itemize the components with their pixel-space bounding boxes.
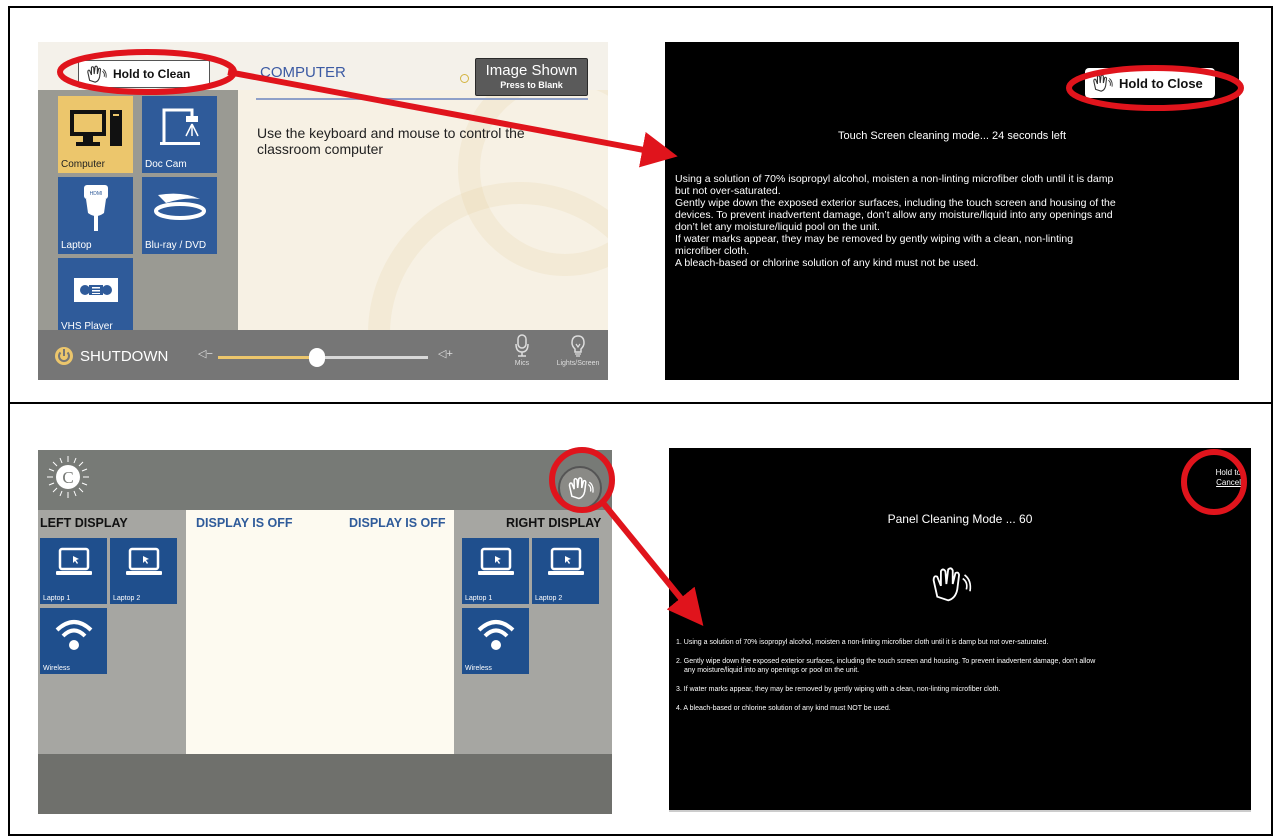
vhs-icon: [74, 278, 118, 302]
image-shown-label: Image Shown: [485, 62, 578, 79]
hold-to-close-button[interactable]: Hold to Close: [1085, 68, 1215, 98]
right-display-status: DISPLAY IS OFF: [349, 516, 446, 530]
hold-to-label: Hold to: [1215, 468, 1241, 477]
laptop-icon: [126, 547, 162, 575]
display-status-area: [186, 510, 454, 754]
press-to-blank-label: Press to Blank: [500, 80, 563, 90]
tile-label: Wireless: [43, 665, 70, 672]
instruction-line: microfiber cloth.: [675, 245, 750, 257]
tile-label: Laptop 1: [43, 595, 71, 602]
instruction-line: Using a solution of 70% isopropyl alcoho…: [675, 173, 1114, 185]
shutdown-label: SHUTDOWN: [80, 347, 169, 365]
cleaning-mode-screen: Hold to Close Touch Screen cleaning mode…: [665, 42, 1239, 380]
instruction-line: Gently wipe down the exposed exterior su…: [675, 197, 1116, 209]
college-seal-logo: C: [47, 456, 89, 498]
power-icon: [55, 347, 73, 365]
source-vhs-button[interactable]: VHS Player: [58, 258, 133, 335]
instruction-line: devices. To prevent inadvertent damage, …: [675, 209, 1113, 221]
cancel-link[interactable]: Cancel: [1185, 478, 1241, 488]
lights-screen-label: Lights/Screen: [556, 360, 600, 367]
instruction-line: If water marks appear, they may be remov…: [675, 233, 1074, 245]
source-laptop-button[interactable]: HDMI Laptop: [58, 177, 133, 254]
instruction-line: don’t let any moisture/liquid pool on th…: [675, 221, 880, 233]
title-divider: [256, 98, 588, 100]
tile-label: Laptop 2: [535, 595, 563, 602]
right-wireless-button[interactable]: Wireless: [462, 608, 529, 674]
cleaning-countdown: Touch Screen cleaning mode... 24 seconds…: [837, 130, 1067, 142]
hold-to-cancel-button[interactable]: Hold to Cancel: [1185, 468, 1241, 488]
step-2-continued: any moisture/liquid into any openings or…: [684, 667, 860, 674]
source-description: Use the keyboard and mouse to control th…: [257, 125, 525, 157]
image-shown-button[interactable]: Image Shown Press to Blank: [475, 58, 588, 96]
computer-icon: [70, 110, 122, 146]
source-label: Laptop: [61, 240, 92, 251]
step-2: 2. Gently wipe down the exposed exterior…: [676, 658, 1096, 665]
step-4: 4. A bleach-based or chlorine solution o…: [676, 705, 891, 712]
laptop-icon: [478, 547, 514, 575]
cleaning-hand-icon: [932, 567, 972, 602]
hold-to-clean-label: Hold to Clean: [113, 67, 191, 81]
volume-down-icon[interactable]: ◁−: [198, 347, 213, 360]
doc-cam-icon: [160, 108, 200, 145]
svg-text:C: C: [62, 468, 73, 487]
instruction-line: but not over-saturated.: [675, 185, 781, 197]
left-laptop-1-button[interactable]: Laptop 1: [40, 538, 107, 604]
source-bluray-button[interactable]: Blu-ray / DVD: [142, 177, 217, 254]
cleaning-hand-icon: [87, 65, 107, 83]
step-3: 3. If water marks appear, they may be re…: [676, 686, 1001, 693]
hdmi-icon: HDMI: [84, 185, 108, 231]
page-title: COMPUTER: [260, 64, 346, 81]
left-display-status: DISPLAY IS OFF: [196, 516, 293, 530]
wireless-icon: [55, 620, 93, 650]
tile-label: Laptop 2: [113, 595, 141, 602]
top-bar: [38, 450, 612, 510]
mics-label: Mics: [514, 360, 530, 367]
bluray-icon: [154, 193, 206, 220]
volume-level-fill: [218, 356, 317, 359]
right-display-label: RIGHT DISPLAY: [506, 516, 602, 530]
source-label: Doc Cam: [145, 159, 187, 170]
volume-slider-handle[interactable]: [308, 348, 325, 367]
wireless-icon: [477, 620, 515, 650]
right-laptop-2-button[interactable]: Laptop 2: [532, 538, 599, 604]
bottom-bar: [38, 754, 612, 814]
laptop-icon: [548, 547, 584, 575]
source-computer-button[interactable]: Computer: [58, 96, 133, 173]
cleaning-hand-icon: [1093, 74, 1113, 92]
svg-text:HDMI: HDMI: [90, 191, 103, 197]
laptop-icon: [56, 547, 92, 575]
cleaning-instructions: Using a solution of 70% isopropyl alcoho…: [675, 173, 1195, 269]
bottom-divider: [669, 810, 1251, 812]
lightbulb-icon: [571, 335, 585, 357]
status-indicator: [460, 74, 469, 83]
step-1: 1. Using a solution of 70% isopropyl alc…: [676, 639, 1049, 646]
panel-clean-button[interactable]: [558, 466, 602, 510]
source-label: Computer: [61, 159, 105, 170]
hold-to-clean-button[interactable]: Hold to Clean: [78, 60, 210, 88]
left-laptop-2-button[interactable]: Laptop 2: [110, 538, 177, 604]
volume-up-icon[interactable]: ◁+: [438, 347, 453, 360]
left-wireless-button[interactable]: Wireless: [40, 608, 107, 674]
panel-cleaning-screen: Hold to Cancel Panel Cleaning Mode ... 6…: [669, 448, 1251, 812]
cleaning-steps: 1. Using a solution of 70% isopropyl alc…: [676, 638, 1216, 723]
cleaning-countdown: Panel Cleaning Mode ... 60: [887, 512, 1033, 526]
left-display-label: LEFT DISPLAY: [40, 516, 128, 530]
crestron-touch-panel: C LEFT DISPLAY DISPLAY IS OFF DISPLAY IS…: [38, 450, 612, 814]
hold-to-close-label: Hold to Close: [1119, 75, 1203, 91]
tile-label: Laptop 1: [465, 595, 493, 602]
tile-label: Wireless: [465, 665, 492, 672]
bottom-bar: SHUTDOWN ◁− ◁+ Mics Lights/Screen: [38, 330, 608, 380]
lights-screen-button[interactable]: Lights/Screen: [556, 334, 600, 367]
source-list: Computer Doc Cam HDMI Laptop Blu-ray / D…: [38, 90, 238, 335]
right-laptop-1-button[interactable]: Laptop 1: [462, 538, 529, 604]
shutdown-button[interactable]: SHUTDOWN: [54, 346, 168, 366]
mics-button[interactable]: Mics: [500, 334, 544, 367]
amx-touch-panel: Hold to Clean COMPUTER Image Shown Press…: [38, 42, 608, 380]
source-doc-cam-button[interactable]: Doc Cam: [142, 96, 217, 173]
instruction-line: A bleach-based or chlorine solution of a…: [675, 257, 979, 269]
cleaning-hand-icon: [568, 477, 594, 500]
source-label: Blu-ray / DVD: [145, 240, 207, 251]
volume-slider[interactable]: [218, 348, 428, 367]
microphone-icon: [515, 334, 529, 357]
